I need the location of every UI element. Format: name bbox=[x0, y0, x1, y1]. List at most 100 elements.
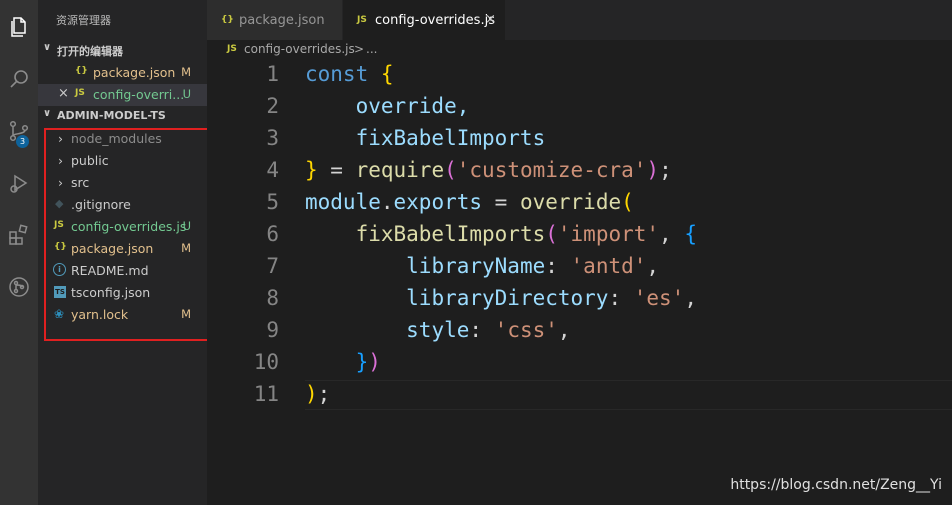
code-token: libraryName bbox=[406, 254, 546, 278]
js-file-icon: JS bbox=[54, 220, 64, 230]
close-icon[interactable]: × bbox=[485, 12, 496, 27]
line-number: 9 bbox=[266, 318, 279, 342]
search-icon[interactable] bbox=[0, 62, 38, 96]
chevron-right-icon: › bbox=[58, 131, 63, 146]
code-token: override, bbox=[305, 94, 470, 118]
code-token: libraryDirectory bbox=[406, 286, 609, 310]
json-file-icon: {} bbox=[54, 242, 67, 252]
source-control-badge: 3 bbox=[16, 135, 29, 148]
code-line: const { bbox=[305, 62, 394, 86]
code-line: fixBabelImports('import', { bbox=[305, 222, 697, 246]
open-editors-header[interactable]: ∨ 打开的编辑器 bbox=[38, 40, 207, 60]
json-file-icon: {} bbox=[221, 15, 234, 25]
tree-item-package-json[interactable]: {} package.json M bbox=[38, 238, 207, 260]
code-token: { bbox=[684, 222, 697, 246]
remote-icon[interactable] bbox=[0, 270, 38, 304]
project-header[interactable]: ∨ ADMIN-MODEL-TS bbox=[38, 106, 207, 126]
code-token: ( bbox=[545, 222, 558, 246]
run-debug-icon[interactable] bbox=[0, 166, 38, 200]
explorer-title: 资源管理器 bbox=[56, 14, 111, 27]
code-editor[interactable]: 1 const {2 override, 3 fixBabelImports 4} =… bbox=[207, 60, 952, 505]
activity-bar: 3 bbox=[0, 0, 38, 505]
close-icon[interactable]: × bbox=[58, 86, 69, 101]
explorer-sidebar: 资源管理器 ∨ 打开的编辑器 {} package.json M × JS co… bbox=[38, 0, 207, 505]
code-line: style: 'css', bbox=[305, 318, 571, 342]
code-token: 'antd' bbox=[570, 254, 647, 278]
breadcrumb: JS config-overrides.js > ... bbox=[207, 40, 952, 60]
js-file-icon: JS bbox=[75, 88, 85, 98]
chevron-right-icon: › bbox=[58, 175, 63, 190]
code-line: override, bbox=[305, 94, 470, 118]
code-line: } = require('customize-cra'); bbox=[305, 158, 672, 182]
code-token: : bbox=[545, 254, 571, 278]
watermark-text: https://blog.csdn.net/Zeng__Yi bbox=[730, 477, 942, 493]
extensions-icon[interactable] bbox=[0, 218, 38, 252]
code-token: } bbox=[305, 158, 318, 182]
code-token: ) bbox=[368, 350, 381, 374]
tree-item-public[interactable]: › public bbox=[38, 150, 207, 172]
code-token: ( bbox=[621, 190, 634, 214]
open-editor-config-overrides[interactable]: × JS config-overri... U bbox=[38, 84, 207, 106]
line-number: 3 bbox=[266, 126, 279, 150]
tab-config-overrides[interactable]: JS config-overrides.js × bbox=[343, 0, 505, 40]
breadcrumb-file[interactable]: config-overrides.js bbox=[244, 42, 355, 56]
code-token: ; bbox=[659, 158, 672, 182]
code-token: , bbox=[557, 318, 571, 342]
code-token: , bbox=[684, 286, 697, 310]
yarn-file-icon: ❀ bbox=[54, 307, 65, 321]
code-token: 'css' bbox=[494, 318, 558, 342]
code-line: libraryDirectory: 'es', bbox=[305, 286, 697, 310]
js-file-icon: JS bbox=[227, 44, 237, 54]
source-control-icon[interactable]: 3 bbox=[0, 114, 38, 148]
open-editor-package-json[interactable]: {} package.json M bbox=[38, 62, 207, 84]
code-token: module bbox=[305, 190, 381, 214]
code-token: ) bbox=[646, 158, 660, 182]
ts-file-icon: TS bbox=[54, 286, 66, 298]
line-number: 2 bbox=[266, 94, 279, 118]
code-token: style bbox=[406, 318, 470, 342]
current-line-highlight bbox=[305, 380, 952, 410]
json-file-icon: {} bbox=[75, 66, 88, 76]
code-token: : bbox=[469, 318, 495, 342]
info-file-icon: i bbox=[53, 263, 66, 276]
code-token: fixBabelImports bbox=[305, 126, 546, 150]
tab-package-json[interactable]: {} package.json bbox=[207, 0, 342, 40]
chevron-right-icon: › bbox=[58, 153, 63, 168]
tree-item-gitignore[interactable]: ◆ .gitignore bbox=[38, 194, 207, 216]
code-token: , bbox=[659, 222, 685, 246]
line-number: 5 bbox=[266, 190, 279, 214]
code-token: = bbox=[482, 190, 520, 214]
chevron-down-icon: ∨ bbox=[43, 108, 52, 119]
code-line: libraryName: 'antd', bbox=[305, 254, 659, 278]
chevron-down-icon: ∨ bbox=[43, 42, 52, 53]
js-file-icon: JS bbox=[357, 15, 367, 25]
breadcrumb-separator: > bbox=[354, 42, 365, 56]
breadcrumb-rest[interactable]: ... bbox=[366, 42, 377, 56]
line-number: 6 bbox=[266, 222, 279, 246]
code-token: ( bbox=[444, 158, 457, 182]
code-line: module.exports = override( bbox=[305, 190, 634, 214]
code-token: fixBabelImports bbox=[355, 222, 546, 246]
code-token: { bbox=[380, 62, 394, 86]
tree-item-src[interactable]: › src bbox=[38, 172, 207, 194]
git-file-icon: ◆ bbox=[55, 197, 64, 210]
code-token: 'es' bbox=[633, 286, 685, 310]
code-token: 'customize-cra' bbox=[456, 158, 647, 182]
explorer-icon[interactable] bbox=[0, 10, 38, 44]
code-line: fixBabelImports bbox=[305, 126, 546, 150]
tree-item-config-overrides[interactable]: JS config-overrides.js U bbox=[38, 216, 207, 238]
code-token: const bbox=[305, 62, 381, 86]
tree-item-tsconfig[interactable]: TS tsconfig.json bbox=[38, 282, 207, 304]
tree-item-readme[interactable]: i README.md bbox=[38, 260, 207, 282]
code-token: , bbox=[646, 254, 660, 278]
code-token: require bbox=[355, 158, 445, 182]
tree-item-yarn-lock[interactable]: ❀ yarn.lock M bbox=[38, 304, 207, 326]
line-number: 10 bbox=[253, 350, 279, 374]
code-token: : bbox=[608, 286, 634, 310]
code-token: 'import' bbox=[557, 222, 660, 246]
tree-item-node-modules[interactable]: › node_modules bbox=[38, 128, 207, 150]
